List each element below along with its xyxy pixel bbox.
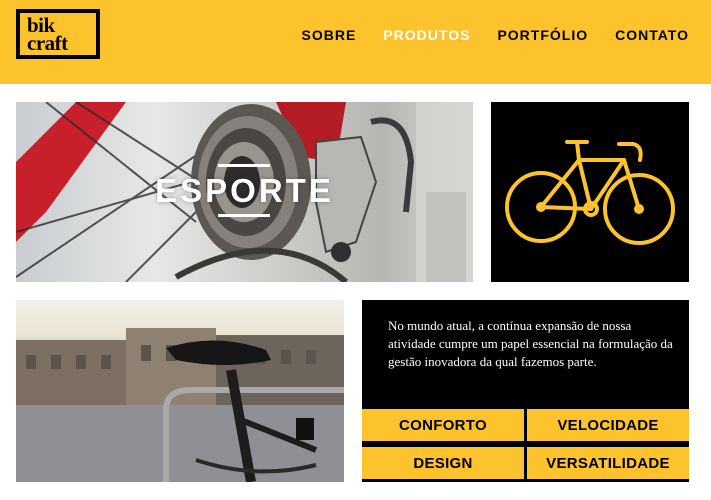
bike-saddle-photo [16, 300, 344, 482]
nav-sobre[interactable]: SOBRE [302, 27, 357, 43]
nav-portfolio[interactable]: PORTFÓLIO [497, 27, 588, 43]
hero-image-gears: ESPORTE [16, 102, 473, 282]
logo-line-2: craft [27, 31, 68, 55]
tag-conforto: CONFORTO [362, 409, 524, 441]
bicycle-icon-box [491, 102, 689, 282]
tag-velocidade: VELOCIDADE [527, 409, 689, 441]
bicycle-icon [505, 140, 675, 245]
main-nav: SOBRE PRODUTOS PORTFÓLIO CONTATO [302, 27, 689, 43]
info-paragraph: No mundo atual, a contínua expansão de n… [388, 318, 673, 369]
nav-contato[interactable]: CONTATO [615, 27, 689, 43]
tag-design: DESIGN [362, 447, 524, 479]
site-header: bik craft SOBRE PRODUTOS PORTFÓLIO CONTA… [0, 0, 711, 84]
bikcraft-logo[interactable]: bik craft [16, 9, 100, 59]
info-panel: No mundo atual, a contínua expansão de n… [362, 300, 689, 482]
hero-title-top-line [218, 164, 270, 167]
hero-title: ESPORTE [155, 172, 334, 209]
feature-tags: CONFORTO VELOCIDADE DESIGN VERSATILIDADE [362, 409, 689, 479]
saddle-photo-illustration [16, 328, 344, 482]
nav-produtos[interactable]: PRODUTOS [383, 27, 470, 43]
hero-title-bottom-line [218, 214, 270, 217]
tag-versatilidade: VERSATILIDADE [527, 447, 689, 479]
